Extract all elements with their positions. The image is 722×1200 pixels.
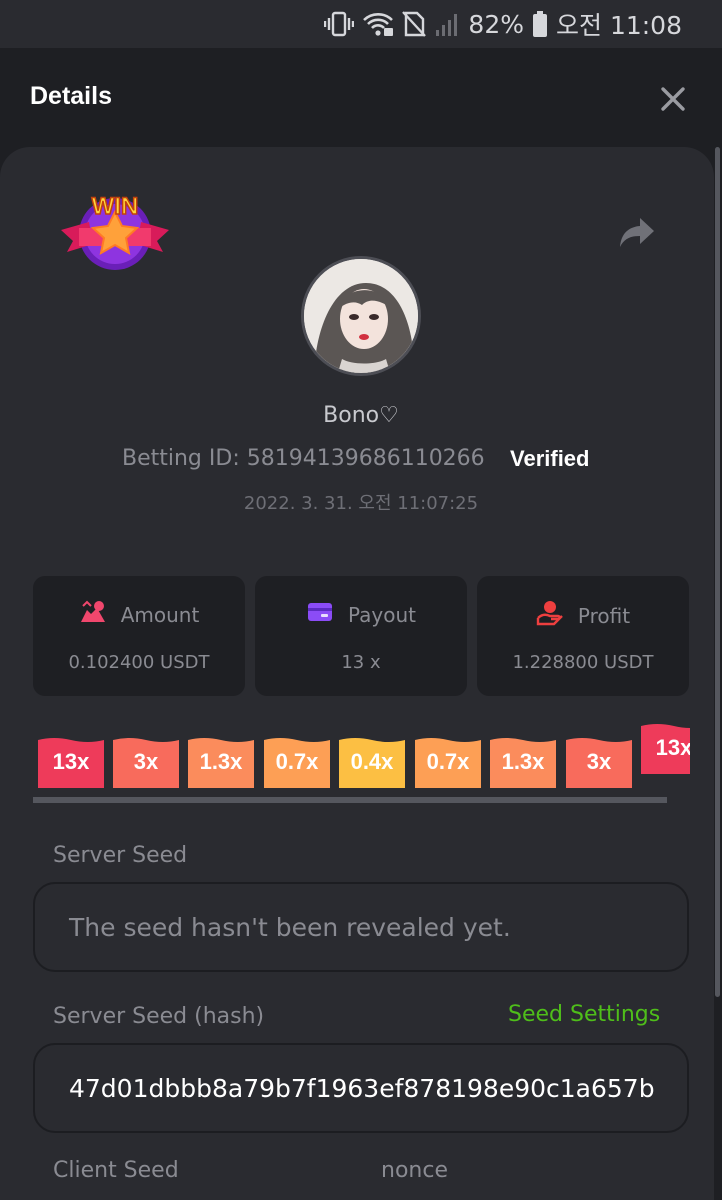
verified-label[interactable]: Verified bbox=[510, 446, 589, 472]
stat-value: 1.228800 USDT bbox=[512, 652, 654, 673]
server-hash-value: 47d01dbbb8a79b7f1963ef878198e90c1a657b bbox=[69, 1073, 655, 1103]
page-title: Details bbox=[30, 82, 112, 110]
multiplier-cell: 1.3x bbox=[188, 736, 254, 788]
wifi-icon bbox=[362, 10, 394, 38]
stat-profit: Profit 1.228800 USDT bbox=[477, 576, 689, 696]
nonce-label: nonce bbox=[381, 1158, 448, 1183]
svg-text:WIN: WIN bbox=[92, 193, 139, 220]
stat-payout: Payout 13 x bbox=[255, 576, 467, 696]
multiplier-cell: 3x bbox=[113, 736, 179, 788]
vibrate-icon bbox=[324, 10, 355, 38]
stat-label: Payout bbox=[347, 602, 416, 627]
multiplier-cell: 13x bbox=[38, 736, 104, 788]
multiplier-cell: 3x bbox=[566, 736, 632, 788]
no-sim-icon bbox=[402, 10, 427, 38]
avatar bbox=[301, 256, 421, 376]
server-seed-label: Server Seed bbox=[53, 843, 188, 868]
stat-label: Amount bbox=[120, 602, 200, 627]
stat-value: 0.102400 USDT bbox=[68, 652, 210, 673]
share-icon[interactable] bbox=[618, 216, 656, 250]
scrollbar[interactable] bbox=[715, 147, 720, 997]
battery-percent: 82% bbox=[468, 9, 524, 39]
betting-id: Betting ID: 58194139686110266 bbox=[122, 446, 485, 471]
clock: 오전 11:08 bbox=[556, 11, 682, 40]
battery-icon bbox=[532, 10, 548, 38]
status-bar: 82% 오전 11:08 bbox=[0, 0, 722, 48]
stat-value: 13 x bbox=[341, 652, 381, 673]
client-seed-label: Client Seed bbox=[53, 1158, 179, 1183]
username: Bono♡ bbox=[323, 403, 399, 428]
multiplier-row: 13x 3x 1.3x 0.7x 0.4x 0.7x 1.3x 3x 13x bbox=[36, 722, 690, 802]
close-icon[interactable] bbox=[658, 84, 688, 114]
multiplier-cell-winning: 13x bbox=[641, 722, 690, 774]
multiplier-cell: 0.7x bbox=[415, 736, 481, 788]
multiplier-cell: 0.4x bbox=[339, 736, 405, 788]
header: Details bbox=[0, 48, 722, 148]
server-hash-field[interactable]: 47d01dbbb8a79b7f1963ef878198e90c1a657b bbox=[33, 1043, 689, 1133]
win-badge-icon: WIN bbox=[55, 190, 175, 280]
server-hash-label: Server Seed (hash) bbox=[53, 1004, 265, 1029]
stat-label: Profit bbox=[577, 603, 631, 628]
multiplier-cell: 1.3x bbox=[490, 736, 556, 788]
coins-icon bbox=[79, 600, 107, 629]
card-icon bbox=[306, 600, 334, 629]
hand-profit-icon bbox=[536, 600, 564, 631]
server-seed-value: The seed hasn't been revealed yet. bbox=[69, 912, 511, 942]
signal-icon bbox=[434, 10, 460, 38]
stat-amount: Amount 0.102400 USDT bbox=[33, 576, 245, 696]
multiplier-rail bbox=[33, 797, 667, 803]
server-seed-field[interactable]: The seed hasn't been revealed yet. bbox=[33, 882, 689, 972]
bet-datetime: 2022. 3. 31. 오전 11:07:25 bbox=[243, 493, 479, 514]
multiplier-cell: 0.7x bbox=[264, 736, 330, 788]
seed-settings-link[interactable]: Seed Settings bbox=[508, 1002, 660, 1027]
